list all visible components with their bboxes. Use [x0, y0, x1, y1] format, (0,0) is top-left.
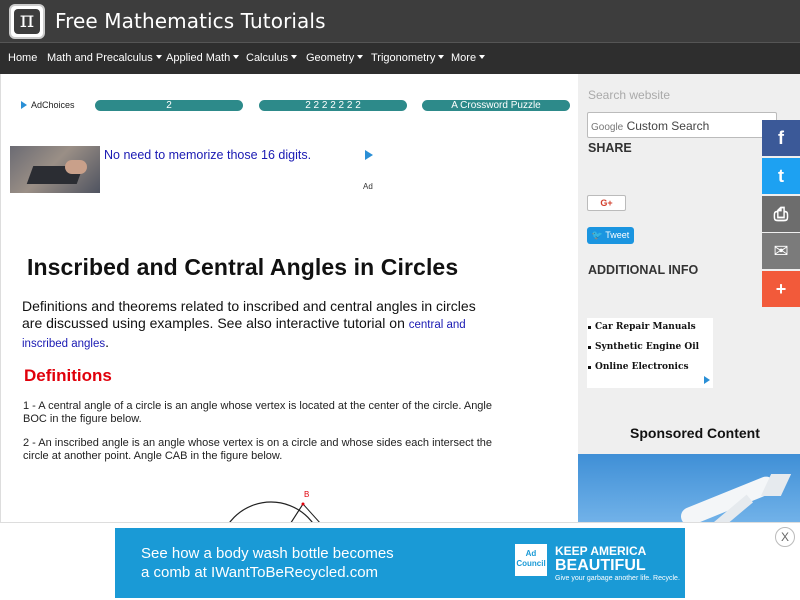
site-logo[interactable]: π [9, 4, 45, 39]
definition-1: 1 - A central angle of a circle is an an… [23, 400, 492, 425]
nav-label: Home [8, 52, 38, 64]
nav-label: Math and Precalculus [47, 52, 153, 64]
tweet-button[interactable]: 🐦 Tweet [587, 227, 634, 244]
caret-down-icon [357, 55, 364, 59]
ad-arrow-icon[interactable] [365, 150, 373, 160]
gplus-button[interactable]: G+ [587, 195, 626, 211]
email-icon: ✉ [773, 241, 789, 261]
intro-paragraph: Definitions and theorems related to insc… [22, 298, 492, 353]
bird-icon: 🐦 [591, 230, 603, 240]
nav-label: More [451, 52, 477, 64]
bottom-banner-ad[interactable]: See how a body wash bottle becomes a com… [115, 528, 685, 598]
caret-down-icon [438, 55, 445, 59]
sponsored-heading: Sponsored Content [630, 425, 760, 441]
definitions-heading: Definitions [24, 366, 112, 385]
plus-icon: + [775, 279, 787, 299]
nav-item-calculus[interactable]: Calculus [246, 52, 298, 64]
ad-link-pill[interactable]: 2 [95, 100, 243, 111]
nav-item-applied-math[interactable]: Applied Math [166, 52, 240, 64]
beautiful-text: BEAUTIFUL [555, 557, 646, 574]
display-ad[interactable]: No need to memorize those 16 digits. Ad [10, 146, 375, 194]
nav-label: Calculus [246, 52, 289, 64]
facebook-share-button[interactable]: f [762, 120, 800, 156]
print-icon: ⎙ [773, 204, 789, 224]
caret-down-icon [233, 55, 240, 59]
bottom-ad-line-2: a comb at IWantToBeRecycled.com [141, 564, 379, 581]
nav-item-math-precalculus[interactable]: Math and Precalculus [47, 52, 162, 64]
ad-link-pill[interactable]: A Crossword Puzzle [422, 100, 570, 111]
adchoices-label: AdChoices [31, 100, 75, 110]
search-label: Search website [588, 88, 671, 102]
link-ad-unit: Car Repair Manuals Synthetic Engine Oil … [587, 318, 713, 388]
more-share-button[interactable]: + [762, 271, 800, 307]
email-share-button[interactable]: ✉ [762, 233, 800, 269]
definition-2: 2 - An inscribed angle is an angle whose… [23, 437, 492, 462]
nav-label: Trigonometry [371, 52, 436, 64]
share-heading: SHARE [588, 141, 632, 155]
link-ad-item[interactable]: Synthetic Engine Oil [587, 342, 699, 352]
keep-america-text: KEEP AMERICA [555, 544, 647, 558]
caret-down-icon [479, 55, 486, 59]
bottom-ad-line-1: See how a body wash bottle becomes [141, 545, 394, 562]
caret-down-icon [155, 55, 162, 59]
label-b: B [304, 490, 309, 499]
twitter-icon: t [778, 166, 784, 186]
adchoices-icon[interactable] [704, 376, 710, 384]
ad-image [10, 146, 100, 193]
tweet-label: Tweet [605, 230, 630, 240]
google-label: Google [591, 122, 624, 133]
side-line [302, 503, 322, 525]
main-nav: Home Math and Precalculus Applied Math C… [0, 42, 800, 74]
site-header: π Free Mathematics Tutorials [0, 0, 800, 42]
ad-council-logo: Ad Council [515, 544, 547, 576]
ad-link-pill[interactable]: 2 2 2 2 2 2 2 [259, 100, 407, 111]
nav-item-more[interactable]: More [451, 52, 486, 64]
ad-headline[interactable]: No need to memorize those 16 digits. [104, 148, 311, 162]
intro-text: Definitions and theorems related to insc… [22, 298, 476, 331]
recycle-tagline: Give your garbage another life. Recycle. [555, 575, 680, 582]
link-ad-item[interactable]: Online Electronics [588, 362, 689, 372]
facebook-icon: f [778, 128, 784, 148]
search-placeholder: Custom Search [626, 119, 710, 133]
search-input[interactable]: Google Custom Search [587, 112, 777, 138]
caret-down-icon [291, 55, 298, 59]
nav-item-trigonometry[interactable]: Trigonometry [371, 52, 445, 64]
nav-item-geometry[interactable]: Geometry [306, 52, 364, 64]
page-title: Inscribed and Central Angles in Circles [27, 254, 459, 280]
nav-item-home[interactable]: Home [8, 52, 37, 64]
intro-end: . [105, 334, 109, 350]
adchoices-icon [21, 101, 27, 109]
additional-info-heading: ADDITIONAL INFO [588, 263, 699, 277]
close-ad-icon[interactable]: X [775, 527, 795, 547]
nav-label: Geometry [306, 52, 355, 64]
print-button[interactable]: ⎙ [762, 196, 800, 232]
adchoices-link[interactable]: AdChoices [21, 100, 75, 110]
site-title[interactable]: Free Mathematics Tutorials [55, 9, 326, 33]
page-root: π Free Mathematics Tutorials Home Math a… [0, 0, 800, 600]
hand-shape [65, 160, 87, 174]
point-b [301, 502, 305, 506]
nav-label: Applied Math [166, 52, 231, 64]
pi-icon: π [14, 9, 40, 34]
twitter-share-button[interactable]: t [762, 158, 800, 194]
ad-label: Ad [363, 182, 373, 191]
link-ad-item[interactable]: Car Repair Manuals [588, 322, 696, 332]
